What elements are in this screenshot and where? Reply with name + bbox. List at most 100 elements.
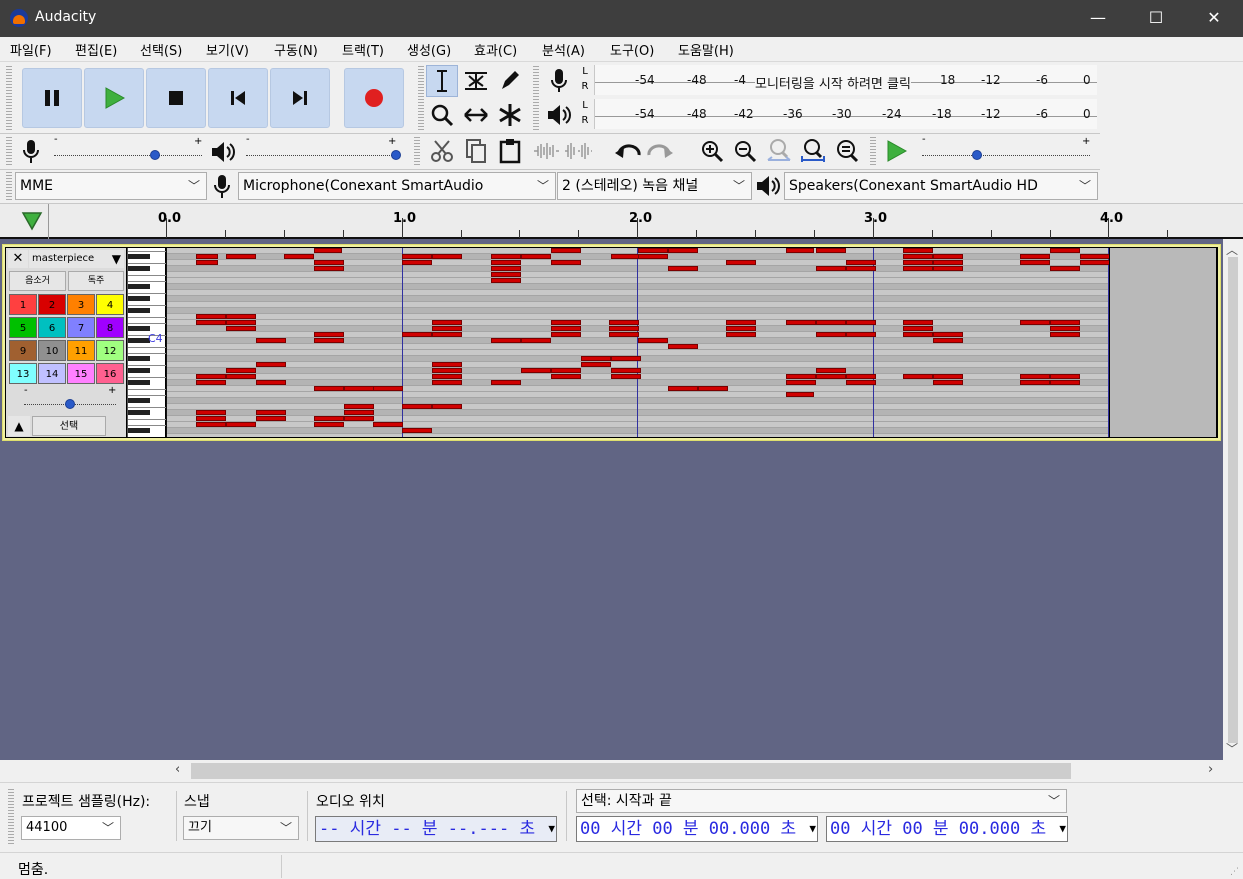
midi-note[interactable] [611,356,641,361]
midi-note[interactable] [226,374,256,379]
midi-note[interactable] [226,326,256,331]
piano-white-key[interactable] [128,275,166,276]
midi-note[interactable] [786,374,816,379]
midi-note[interactable] [314,422,344,427]
midi-note[interactable] [933,374,963,379]
edit-toolbar-grip[interactable] [414,137,420,165]
midi-note[interactable] [491,278,521,283]
midi-note[interactable] [284,254,314,259]
midi-note[interactable] [432,326,462,331]
selection-end-time[interactable]: 00 시간 00 분 00.000 초 ▼ [826,816,1068,842]
midi-note[interactable] [668,248,698,253]
midi-note[interactable] [196,314,226,319]
midi-note[interactable] [256,380,286,385]
midi-note[interactable] [1050,380,1080,385]
piano-white-key[interactable] [128,323,166,324]
copy-button[interactable] [460,135,492,167]
channel-9-button[interactable]: 9 [9,340,37,361]
envelope-tool[interactable] [460,65,492,97]
midi-note[interactable] [816,374,846,379]
midi-note[interactable] [609,320,639,325]
midi-note[interactable] [1080,254,1109,259]
output-device-select[interactable]: Speakers(Conexant SmartAudio HD ﹀ [784,172,1098,200]
solo-button[interactable]: 독주 [68,271,124,291]
piano-black-key[interactable] [128,326,150,331]
piano-white-key[interactable] [128,377,166,378]
piano-white-key[interactable] [128,347,166,348]
midi-note[interactable] [903,320,933,325]
midi-note[interactable] [551,332,581,337]
vertical-scroll-thumb[interactable] [1228,257,1238,743]
midi-note[interactable] [226,314,256,319]
midi-note[interactable] [491,380,521,385]
piano-roll[interactable] [166,248,1109,437]
midi-note[interactable] [196,410,226,415]
midi-note[interactable] [373,422,403,427]
midi-note[interactable] [581,356,611,361]
piano-white-key[interactable] [128,365,166,366]
midi-note[interactable] [432,404,462,409]
piano-black-key[interactable] [128,380,150,385]
midi-note[interactable] [933,332,963,337]
midi-note[interactable] [196,422,226,427]
snap-select[interactable]: 끄기 ﹀ [183,816,299,840]
midi-note[interactable] [1020,320,1050,325]
midi-note[interactable] [1020,254,1050,259]
channel-1-button[interactable]: 1 [9,294,37,315]
channel-3-button[interactable]: 3 [67,294,95,315]
midi-note[interactable] [344,386,374,391]
piano-black-key[interactable] [128,308,150,313]
midi-note[interactable] [551,326,581,331]
timeline-ruler[interactable]: 0.0 1.0 2.0 3.0 4.0 [0,203,1243,240]
piano-black-key[interactable] [128,428,150,433]
midi-note[interactable] [1050,326,1080,331]
channel-7-button[interactable]: 7 [67,317,95,338]
record-button[interactable] [344,68,404,128]
midi-note[interactable] [726,260,756,265]
piano-white-key[interactable] [128,263,166,264]
midi-note[interactable] [432,362,462,367]
fit-selection-button[interactable] [763,135,795,167]
piano-white-key[interactable] [128,353,166,354]
scroll-down-icon[interactable]: ﹀ [1226,740,1238,757]
midi-note[interactable] [846,266,876,271]
midi-note[interactable] [432,374,462,379]
midi-note[interactable] [521,254,551,259]
midi-note[interactable] [726,320,756,325]
midi-note[interactable] [668,386,698,391]
midi-note[interactable] [786,380,816,385]
midi-note[interactable] [226,422,256,427]
midi-note[interactable] [611,374,641,379]
midi-note[interactable] [256,362,286,367]
piano-black-key[interactable] [128,338,150,343]
play-at-speed-button[interactable] [880,135,912,167]
piano-black-key[interactable] [128,266,150,271]
midi-note[interactable] [314,338,344,343]
undo-button[interactable] [612,135,644,167]
midi-note[interactable] [551,248,581,253]
transport-toolbar-grip[interactable] [6,66,12,132]
midi-note[interactable] [344,404,374,409]
draw-tool[interactable] [494,65,526,97]
piano-white-key[interactable] [128,425,166,426]
midi-note[interactable] [314,332,344,337]
zoom-tool[interactable] [426,99,458,131]
track-close-button[interactable]: ✕ [8,250,28,268]
midi-note[interactable] [521,338,551,343]
piano-keyboard[interactable]: C4 [127,248,166,437]
channel-11-button[interactable]: 11 [67,340,95,361]
channel-8-button[interactable]: 8 [96,317,124,338]
midi-note[interactable] [698,386,728,391]
select-track-button[interactable]: 선택 [32,416,106,436]
midi-note[interactable] [521,368,551,373]
piano-black-key[interactable] [128,284,150,289]
midi-note[interactable] [314,260,344,265]
selection-tool[interactable] [426,65,458,97]
multi-tool[interactable] [494,99,526,131]
menu-tracks[interactable]: 트랙(T) [342,40,384,59]
close-button[interactable]: ✕ [1185,0,1243,37]
midi-note[interactable] [609,326,639,331]
midi-note[interactable] [786,320,816,325]
midi-note[interactable] [256,410,286,415]
midi-note[interactable] [402,254,432,259]
